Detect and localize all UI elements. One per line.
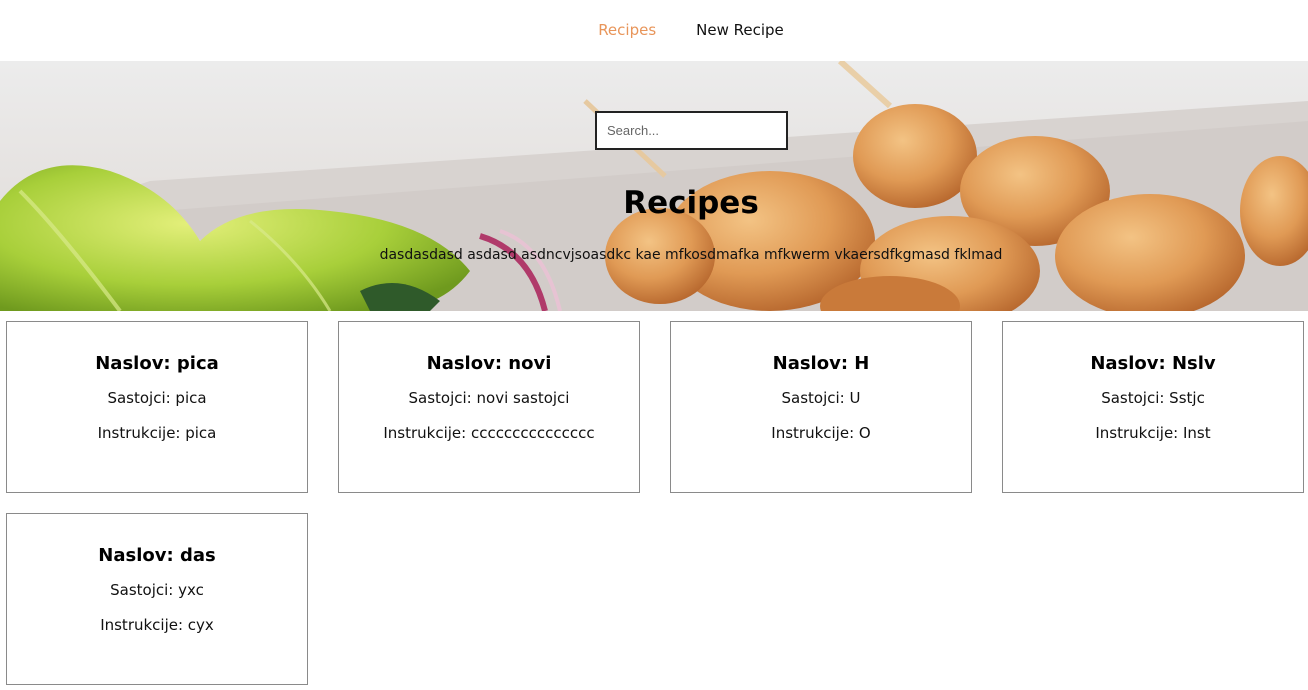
page-title: Recipes — [623, 185, 759, 221]
recipe-ingredients: Sastojci: Sstjc — [1101, 389, 1205, 407]
recipe-ingredients: Sastojci: yxc — [110, 581, 204, 599]
recipe-card[interactable]: Naslov: das Sastojci: yxc Instrukcije: c… — [6, 513, 308, 685]
recipe-title: Naslov: Nslv — [1090, 353, 1216, 374]
recipe-ingredients: Sastojci: novi sastojci — [408, 389, 570, 407]
recipe-title: Naslov: novi — [426, 353, 552, 374]
recipe-instructions: Instrukcije: ccccccccccccccc — [383, 424, 595, 442]
recipe-title: Naslov: das — [98, 545, 216, 566]
recipe-instructions: Instrukcije: Inst — [1095, 424, 1211, 442]
recipe-card[interactable]: Naslov: Nslv Sastojci: Sstjc Instrukcije… — [1002, 321, 1304, 493]
recipe-ingredients: Sastojci: pica — [107, 389, 207, 407]
nav-link-new-recipe[interactable]: New Recipe — [696, 21, 784, 41]
recipe-title: Naslov: pica — [95, 353, 219, 374]
hero-banner: Recipes dasdasdasd asdasd asdncvjsoasdkc… — [0, 61, 1308, 311]
recipe-instructions: Instrukcije: O — [771, 424, 871, 442]
recipe-instructions: Instrukcije: cyx — [100, 616, 214, 634]
recipe-card[interactable]: Naslov: H Sastojci: U Instrukcije: O — [670, 321, 972, 493]
recipe-title: Naslov: H — [772, 353, 870, 374]
recipe-ingredients: Sastojci: U — [781, 389, 861, 407]
recipe-card[interactable]: Naslov: pica Sastojci: pica Instrukcije:… — [6, 321, 308, 493]
recipe-instructions: Instrukcije: pica — [97, 424, 217, 442]
page-description: dasdasdasd asdasd asdncvjsoasdkc kae mfk… — [379, 247, 1003, 263]
recipe-card[interactable]: Naslov: novi Sastojci: novi sastojci Ins… — [338, 321, 640, 493]
search-input[interactable] — [595, 111, 788, 150]
top-nav: Recipes New Recipe — [0, 0, 1308, 61]
nav-link-recipes[interactable]: Recipes — [598, 21, 656, 41]
